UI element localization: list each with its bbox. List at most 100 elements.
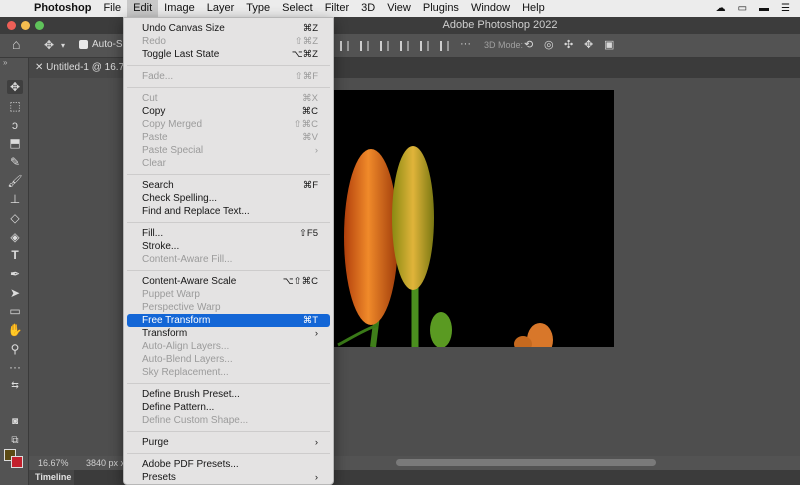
quick-mask-icon[interactable]: ◙ <box>7 415 23 429</box>
background-color-swatch[interactable] <box>11 456 23 468</box>
menu-item-label: Find and Replace Text... <box>142 206 250 217</box>
menu-item-content-aware-scale[interactable]: Content-Aware Scale ⌥⇧⌘C <box>127 275 330 288</box>
menu-item-copy[interactable]: Copy ⌘C <box>127 105 330 118</box>
menu-item-label: Free Transform <box>142 315 211 326</box>
menu-window[interactable]: Window <box>465 0 516 17</box>
brush-tool-icon[interactable]: 🖌 <box>7 174 23 188</box>
menu-item-undo-canvas-size[interactable]: Undo Canvas Size ⌘Z <box>127 22 330 35</box>
clone-stamp-tool-icon[interactable]: ⊥ <box>7 192 23 206</box>
eyedropper-tool-icon[interactable]: ✎ <box>7 155 23 169</box>
more-tools-icon[interactable]: ··· <box>7 360 23 374</box>
align-left-icon[interactable] <box>340 41 349 51</box>
menu-item-label: Cut <box>142 93 158 104</box>
paint-bucket-tool-icon[interactable]: ◈ <box>7 230 23 244</box>
submenu-chevron-icon: › <box>314 145 318 156</box>
menu-item-transform[interactable]: Transform › <box>127 327 330 340</box>
horizontal-scrollbar[interactable] <box>396 459 656 466</box>
menu-item-label: Content-Aware Fill... <box>142 254 233 265</box>
close-tab-icon[interactable]: ✕ <box>35 62 46 73</box>
eraser-tool-icon[interactable]: ◇ <box>7 211 23 225</box>
menu-separator <box>127 270 330 271</box>
menu-item-define-brush-preset[interactable]: Define Brush Preset... <box>127 388 330 401</box>
3d-slide-icon[interactable]: ✥ <box>584 38 593 51</box>
list-icon[interactable]: ☰ <box>781 3 790 14</box>
align-bottom-icon[interactable] <box>440 41 449 51</box>
menu-filter[interactable]: Filter <box>319 0 355 17</box>
menu-item-find-and-replace-text[interactable]: Find and Replace Text... <box>127 205 330 218</box>
more-options-icon[interactable]: ··· <box>460 38 471 50</box>
menu-item-purge[interactable]: Purge › <box>127 436 330 449</box>
menu-item-fill[interactable]: Fill... ⇧F5 <box>127 227 330 240</box>
type-tool-icon[interactable]: T <box>7 248 23 262</box>
menu-plugins[interactable]: Plugins <box>417 0 465 17</box>
creative-cloud-icon[interactable]: ☁ <box>716 3 726 14</box>
menu-help[interactable]: Help <box>516 0 551 17</box>
marquee-tool-icon[interactable]: ⬚ <box>7 99 23 113</box>
menu-item-label: Search <box>142 180 174 191</box>
align-right-icon[interactable] <box>380 41 389 51</box>
menu-item-check-spelling[interactable]: Check Spelling... <box>127 192 330 205</box>
align-middle-icon[interactable] <box>420 41 429 51</box>
menu-item-presets[interactable]: Presets › <box>127 471 330 484</box>
zoom-level[interactable]: 16.67% <box>38 458 69 468</box>
lasso-tool-icon[interactable]: ↄ <box>7 118 23 132</box>
menu-view[interactable]: View <box>381 0 417 17</box>
menu-item-label: Fill... <box>142 228 164 239</box>
menu-item-stroke[interactable]: Stroke... <box>127 240 330 253</box>
home-icon[interactable]: ⌂ <box>12 36 20 52</box>
menu-item-define-pattern[interactable]: Define Pattern... <box>127 401 330 414</box>
tablet-icon[interactable]: ▭ <box>738 3 747 14</box>
swap-colors-icon[interactable]: ⇆ <box>7 378 23 392</box>
chevron-down-icon[interactable]: ▾ <box>61 41 65 50</box>
menu-item-label: Auto-Align Layers... <box>142 341 230 352</box>
3d-pan-icon[interactable]: ✣ <box>564 38 573 51</box>
expand-panel-icon[interactable]: » <box>3 58 7 67</box>
menu-file[interactable]: File <box>97 0 127 17</box>
battery-icon[interactable]: ▬ <box>759 3 769 14</box>
pen-tool-icon[interactable]: ✒ <box>7 267 23 281</box>
object-select-tool-icon[interactable]: ⬒ <box>7 136 23 150</box>
menu-item-adobe-pdf-presets[interactable]: Adobe PDF Presets... <box>127 458 330 471</box>
edit-menu-dropdown: Undo Canvas Size ⌘Z Redo ⇧⌘Z Toggle Last Sta… <box>123 17 334 485</box>
menu-item-label: Clear <box>142 158 166 169</box>
menu-item-search[interactable]: Search ⌘F <box>127 179 330 192</box>
menu-item-sky-replacement: Sky Replacement... <box>127 366 330 379</box>
menu-item-toggle-last-state[interactable]: Toggle Last State ⌥⌘Z <box>127 48 330 61</box>
menu-select[interactable]: Select <box>276 0 319 17</box>
move-tool-icon[interactable]: ✥ <box>7 80 23 94</box>
document-dimensions[interactable]: 3840 px x <box>86 458 125 468</box>
window-title-bar: Adobe Photoshop 2022 <box>0 17 800 34</box>
menu-item-shortcut: ⌥⌘Z <box>291 49 318 60</box>
hand-tool-icon[interactable]: ✋ <box>7 323 23 337</box>
menu-item-free-transform[interactable]: Free Transform ⌘T <box>127 314 330 327</box>
menu-image[interactable]: Image <box>158 0 201 17</box>
menu-separator <box>127 431 330 432</box>
auto-select-checkbox[interactable] <box>79 40 88 49</box>
zoom-tool-icon[interactable]: ⚲ <box>7 342 23 356</box>
menu-type[interactable]: Type <box>240 0 276 17</box>
menu-edit[interactable]: Edit <box>127 0 159 17</box>
menu-item-shortcut: ⇧⌘F <box>294 71 318 82</box>
align-center-icon[interactable] <box>360 41 369 51</box>
menu-item-shortcut: ⌘Z <box>302 23 318 34</box>
path-select-tool-icon[interactable]: ➤ <box>7 286 23 300</box>
move-tool-options-icon[interactable]: ✥ <box>44 38 54 52</box>
3d-roll-icon[interactable]: ◎ <box>544 38 554 51</box>
menu-layer[interactable]: Layer <box>201 0 241 17</box>
menu-item-label: Define Custom Shape... <box>142 415 249 426</box>
menu-item-label: Content-Aware Scale <box>142 276 237 287</box>
rectangle-tool-icon[interactable]: ▭ <box>7 304 23 318</box>
align-top-icon[interactable] <box>400 41 409 51</box>
menu-photoshop[interactable]: Photoshop <box>30 0 97 17</box>
3d-scale-icon[interactable]: ▣ <box>604 38 614 51</box>
window-title: Adobe Photoshop 2022 <box>442 19 558 31</box>
document-tab[interactable]: ✕ Untitled-1 @ 16.7% <box>29 58 129 78</box>
3d-orbit-icon[interactable]: ⟲ <box>524 38 533 51</box>
menu-item-label: Copy <box>142 106 166 117</box>
timeline-tab[interactable]: Timeline <box>29 470 74 485</box>
menu-item-auto-blend-layers: Auto-Blend Layers... <box>127 353 330 366</box>
menu-item-clear: Clear <box>127 157 330 170</box>
document-canvas-image[interactable] <box>333 90 614 347</box>
screen-mode-icon[interactable]: ⧉ <box>7 434 23 448</box>
menu-3d[interactable]: 3D <box>355 0 381 17</box>
